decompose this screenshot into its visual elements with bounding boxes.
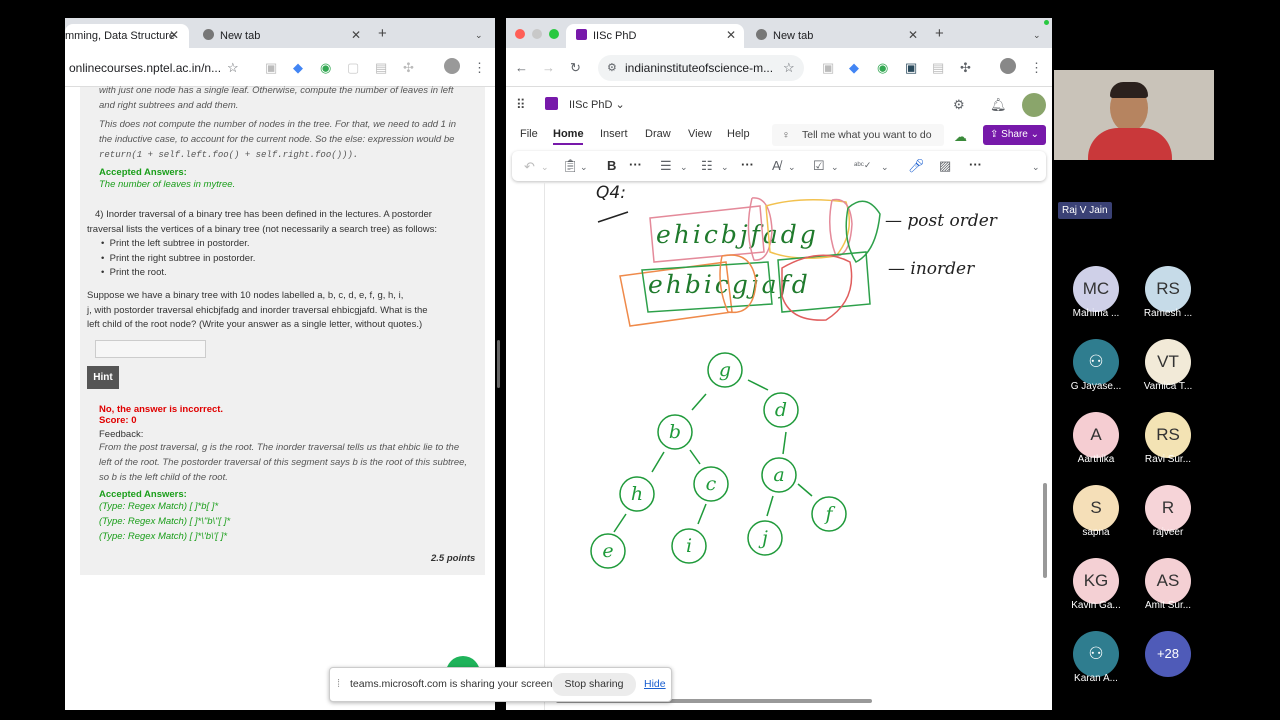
q-label-ink: Q4: [596, 183, 629, 223]
avatar-initials: S [1090, 498, 1102, 517]
participant-name: Vamica T... [1143, 381, 1193, 392]
tree-edge [613, 513, 627, 533]
stop-sharing-button[interactable]: Stop sharing [552, 673, 636, 696]
avatar: KG [1073, 558, 1119, 604]
share-banner-text: teams.microsoft.com is sharing your scre… [350, 678, 556, 690]
hide-link[interactable]: Hide [644, 678, 666, 690]
q-underline [597, 211, 629, 223]
tree-edge [691, 393, 707, 411]
tree-node-label: a [773, 464, 784, 486]
tree-node-label: c [706, 473, 717, 495]
participant-tile[interactable]: KG Kavin Ga... [1060, 554, 1132, 624]
participant-tile[interactable]: RS Ramesh ... [1132, 262, 1204, 332]
avatar: A [1073, 412, 1119, 458]
participant-name: Karan A... [1074, 673, 1118, 684]
overflow-count-text: +28 [1156, 646, 1180, 661]
participant-name: rajveer [1152, 527, 1184, 538]
q-label: Q4: [596, 183, 626, 203]
participant-tile[interactable]: ⚇ Karan A... [1060, 627, 1132, 697]
presenter-video[interactable] [1054, 70, 1214, 160]
stop-sharing-label: Stop sharing [564, 678, 624, 690]
presenter-shirt [1088, 128, 1172, 160]
avatar: VT [1145, 339, 1191, 385]
participant-tile[interactable]: A Aarthika [1060, 408, 1132, 478]
tree-node-label: h [631, 483, 643, 505]
avatar-initials: VT [1157, 352, 1179, 371]
avatar: S [1073, 485, 1119, 531]
drag-handle-icon[interactable]: ⁞ [337, 678, 340, 690]
tree-node-label: j [758, 527, 768, 549]
tree-edge [766, 495, 774, 517]
avatar: MC [1073, 266, 1119, 312]
avatar: RS [1145, 412, 1191, 458]
participant-tile[interactable]: RS Ravi Sur... [1132, 408, 1204, 478]
tree-node-label: i [686, 535, 692, 557]
screen-share-banner: ⁞ teams.microsoft.com is sharing your sc… [329, 667, 672, 702]
participant-tile[interactable]: R rajveer [1132, 481, 1204, 551]
tree-edge [697, 503, 707, 525]
participant-tile[interactable]: MC Mahima ... [1060, 262, 1132, 332]
participant-tile[interactable]: S sapna [1060, 481, 1132, 551]
participant-name: Ravi Sur... [1144, 454, 1192, 465]
tree-node-label: g [719, 359, 731, 381]
participant-name: G Jayase... [1070, 381, 1122, 392]
presenter-hair [1110, 82, 1148, 98]
inorder-label: — inorder [888, 259, 975, 279]
postorder-label: — post order [885, 211, 998, 231]
postorder-sequence: ehicbjfadg [656, 220, 819, 249]
person-icon: ⚇ [1088, 644, 1104, 663]
person-icon: ⚇ [1088, 352, 1104, 371]
presenter-name-tag: Raj V Jain [1058, 202, 1112, 219]
participant-tile[interactable]: ⚇ G Jayase... [1060, 335, 1132, 405]
avatar-initials: AS [1156, 571, 1180, 590]
overflow-count: +28 [1145, 631, 1191, 677]
tree-node-label: e [602, 540, 613, 562]
avatar: AS [1145, 558, 1191, 604]
participant-name: Amit Sur... [1144, 600, 1192, 611]
participant-name: Ramesh ... [1143, 308, 1193, 319]
tree-node-label: f [823, 503, 835, 525]
presenter-name: Raj V Jain [1062, 205, 1108, 216]
avatar-initials: MC [1082, 279, 1110, 298]
participant-tile[interactable]: AS Amit Sur... [1132, 554, 1204, 624]
participant-grid: MC Mahima ... RS Ramesh ... ⚇ G Jayase..… [1060, 262, 1210, 702]
participant-tile[interactable]: VT Vamica T... [1132, 335, 1204, 405]
participant-name: sapna [1082, 527, 1110, 538]
avatar-initials: R [1161, 498, 1175, 517]
tree-edge [689, 449, 701, 465]
more-participants-tile[interactable]: +28 [1132, 627, 1204, 697]
avatar-initials: RS [1156, 425, 1180, 444]
tree-node-label: b [669, 421, 681, 443]
avatar-initials: KG [1083, 571, 1109, 590]
avatar: ⚇ [1073, 631, 1119, 677]
avatar-initials: A [1090, 425, 1102, 444]
participant-name: Mahima ... [1072, 308, 1120, 319]
participant-name: Aarthika [1077, 454, 1115, 465]
avatar: R [1145, 485, 1191, 531]
avatar: RS [1145, 266, 1191, 312]
participant-name: Kavin Ga... [1071, 600, 1121, 611]
avatar-initials: RS [1156, 279, 1180, 298]
tree-node-label: d [775, 399, 787, 421]
tree-nodes: g b d h c a e i j f [590, 352, 847, 569]
tree-edge [747, 379, 769, 391]
tree-edge [797, 483, 813, 497]
tree-edge [782, 431, 787, 455]
tree-edge [651, 451, 665, 473]
avatar: ⚇ [1073, 339, 1119, 385]
